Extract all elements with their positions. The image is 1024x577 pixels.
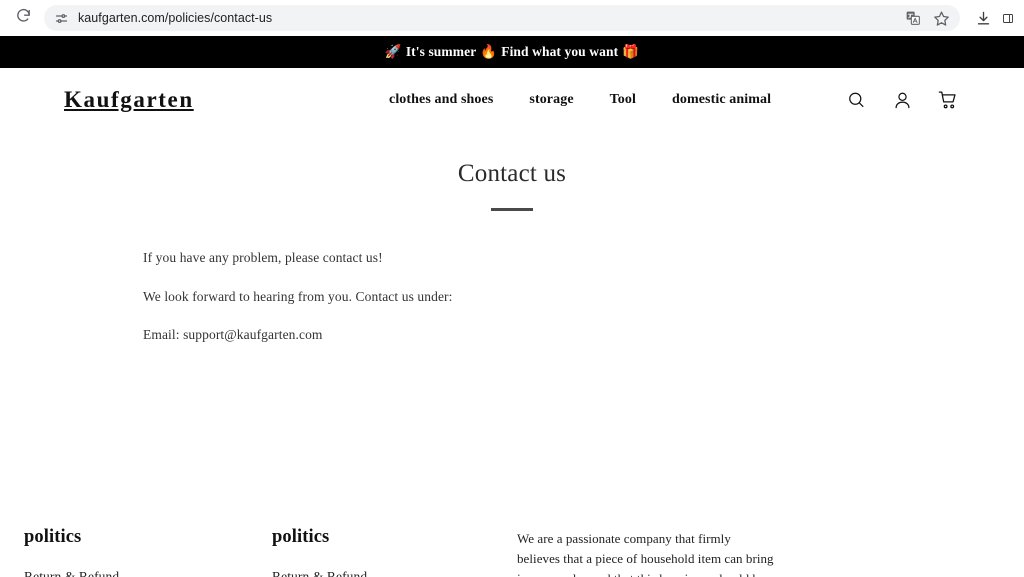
fire-icon: 🔥 bbox=[480, 44, 498, 60]
footer-link-return-refund-1[interactable]: Return & Refund bbox=[24, 569, 272, 577]
nav-item-storage[interactable]: storage bbox=[529, 92, 573, 108]
url-text: kaufgarten.com/policies/contact-us bbox=[78, 11, 273, 25]
side-panel-icon bbox=[1003, 13, 1013, 23]
browser-toolbar: kaufgarten.com/policies/contact-us bbox=[0, 0, 1024, 36]
cart-button[interactable] bbox=[936, 88, 960, 112]
download-icon bbox=[977, 11, 989, 24]
bookmark-button[interactable] bbox=[928, 5, 954, 31]
footer-column-about: We are a passionate company that firmly … bbox=[517, 491, 777, 577]
contact-paragraph-hearing: We look forward to hearing from you. Con… bbox=[143, 288, 453, 304]
site-logo[interactable]: Kaufgarten bbox=[64, 87, 194, 113]
account-button[interactable] bbox=[890, 88, 914, 112]
title-divider bbox=[491, 208, 533, 211]
site-settings-icon[interactable] bbox=[52, 9, 70, 27]
site-header: Kaufgarten clothes and shoes storage Too… bbox=[0, 68, 1024, 132]
search-icon bbox=[848, 92, 863, 107]
footer-heading-politics-1: politics bbox=[24, 527, 82, 547]
side-panel-button[interactable] bbox=[1002, 5, 1014, 31]
contact-paragraph-problem: If you have any problem, please contact … bbox=[143, 250, 383, 265]
search-button[interactable] bbox=[844, 88, 868, 112]
header-actions bbox=[844, 88, 960, 112]
account-icon bbox=[895, 92, 909, 108]
web-page: 🚀 It's summer 🔥 Find what you want 🎁 Kau… bbox=[0, 36, 1024, 577]
main-navigation: clothes and shoes storage Tool domestic … bbox=[389, 68, 771, 132]
rocket-icon: 🚀 bbox=[384, 44, 402, 60]
announcement-text-two: Find what you want bbox=[501, 44, 619, 59]
translate-icon bbox=[906, 11, 920, 25]
nav-item-tool[interactable]: Tool bbox=[610, 92, 636, 108]
announcement-bar: 🚀 It's summer 🔥 Find what you want 🎁 bbox=[0, 36, 1024, 68]
footer-column-policies-2: politics Return & Refund PAYMENT METHOD bbox=[272, 491, 517, 577]
reload-button[interactable] bbox=[10, 5, 36, 31]
nav-item-clothes-and-shoes[interactable]: clothes and shoes bbox=[389, 92, 493, 108]
cart-icon bbox=[938, 91, 956, 109]
reload-icon bbox=[15, 7, 32, 29]
page-title: Contact us bbox=[457, 160, 567, 187]
footer-about-text: We are a passionate company that firmly … bbox=[517, 531, 774, 577]
gift-icon: 🎁 bbox=[622, 44, 640, 60]
footer-link-return-refund-2[interactable]: Return & Refund bbox=[272, 569, 517, 577]
contact-paragraph-email: Email: support@kaufgarten.com bbox=[143, 327, 323, 343]
announcement-text-one: It's summer bbox=[405, 44, 477, 59]
footer-column-policies-1: politics Return & Refund PAYMENT METHOD bbox=[24, 491, 272, 577]
footer-heading-politics-2: politics bbox=[272, 527, 330, 547]
contact-body: If you have any problem, please contact … bbox=[143, 249, 763, 344]
address-bar[interactable]: kaufgarten.com/policies/contact-us bbox=[44, 5, 960, 31]
site-footer: politics Return & Refund PAYMENT METHOD … bbox=[0, 491, 1024, 577]
star-icon bbox=[933, 10, 949, 26]
downloads-button[interactable] bbox=[970, 5, 996, 31]
main-content: Contact us If you have any problem, plea… bbox=[0, 132, 1024, 344]
nav-item-domestic-animal[interactable]: domestic animal bbox=[672, 92, 771, 108]
translate-button[interactable] bbox=[900, 5, 926, 31]
